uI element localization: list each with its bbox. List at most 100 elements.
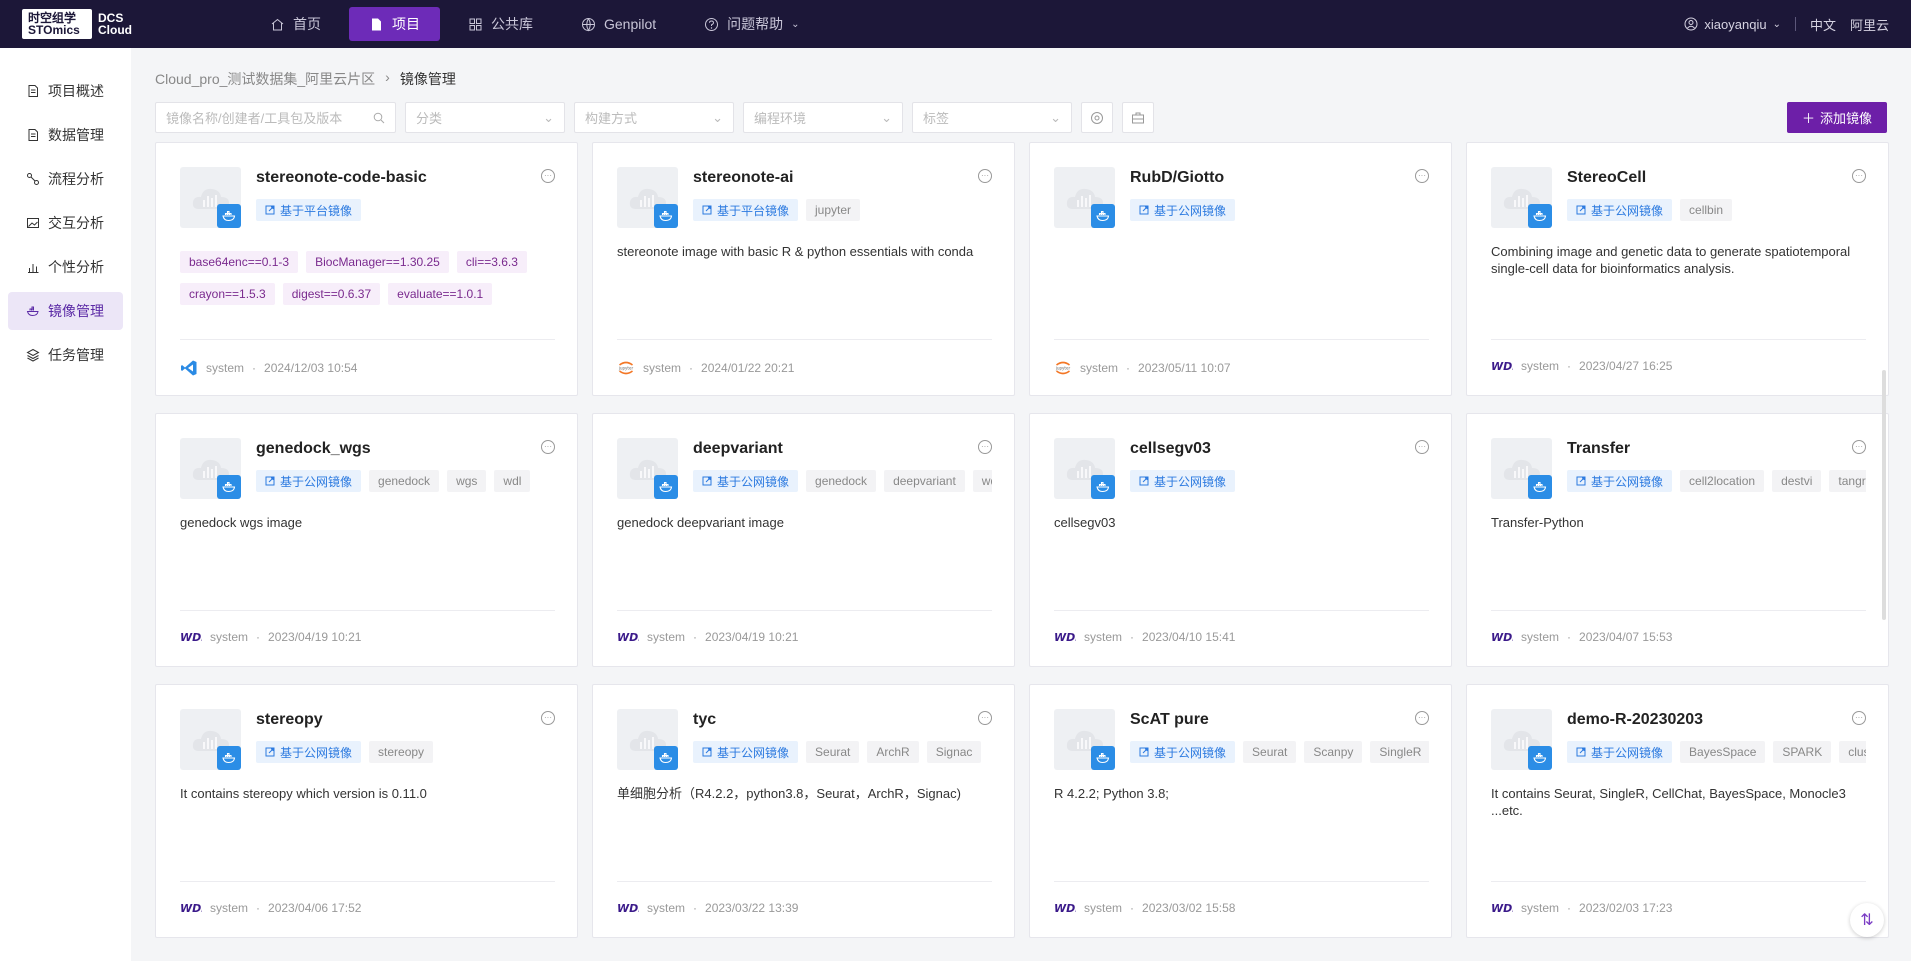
category-select[interactable]: 分类 ⌄	[405, 102, 565, 133]
svg-text:WDL: WDL	[180, 902, 202, 915]
card-footer: WDL system · 2023/03/22 13:39	[617, 901, 798, 915]
more-options-icon[interactable]: ···	[1852, 440, 1866, 454]
package-tag: base64enc==0.1-3	[180, 251, 299, 273]
card-divider	[617, 610, 992, 611]
image-title[interactable]: RubD/Giotto	[1130, 169, 1224, 187]
image-title[interactable]: genedock_wgs	[256, 440, 371, 458]
image-card[interactable]: cellsegv03 ··· 基于公网镜像 cellsegv03 WDL system · 2…	[1029, 413, 1452, 667]
logo[interactable]: 时空组学 STOmics DCS Cloud	[22, 9, 132, 39]
card-footer: WDL system · 2023/04/19 10:21	[617, 630, 798, 644]
chart-icon	[28, 264, 39, 273]
search-icon	[373, 112, 385, 123]
sidebar-item-4[interactable]: 个性分析	[8, 248, 123, 286]
sidebar-item-2[interactable]: 流程分析	[8, 160, 123, 198]
more-options-icon[interactable]: ···	[1852, 711, 1866, 725]
base-type-badge: 基于公网镜像	[693, 470, 799, 492]
username: xiaoyanqiu	[1704, 16, 1767, 32]
image-description: genedock wgs image	[180, 515, 303, 530]
svg-text:WDL: WDL	[617, 631, 639, 644]
svg-text:WDL: WDL	[1054, 902, 1076, 915]
image-title[interactable]: StereoCell	[1567, 169, 1646, 187]
main-nav: 首页 项目 公共库 Genpilot 问题帮助 ⌄	[250, 7, 820, 41]
wdl-logo-icon: WDL	[617, 902, 639, 915]
svg-text:jupyter: jupyter	[1055, 366, 1071, 371]
user-icon	[1684, 17, 1698, 31]
image-title[interactable]: ScAT pure	[1130, 711, 1209, 729]
more-options-icon[interactable]: ···	[541, 711, 555, 725]
base-type-badge: 基于公网镜像	[256, 741, 362, 763]
settings-button[interactable]	[1081, 102, 1113, 133]
more-options-icon[interactable]: ···	[1852, 169, 1866, 183]
image-title[interactable]: stereonote-ai	[693, 169, 793, 187]
more-options-icon[interactable]: ···	[541, 440, 555, 454]
more-options-icon[interactable]: ···	[978, 711, 992, 725]
image-card[interactable]: stereonote-code-basic ··· 基于平台镜像 base64enc=…	[155, 142, 578, 396]
more-options-icon[interactable]: ···	[978, 440, 992, 454]
nav-item-3[interactable]: Genpilot	[561, 7, 676, 41]
image-card[interactable]: StereoCell ··· 基于公网镜像 cellbin Combining imag…	[1466, 142, 1889, 396]
sidebar-item-6[interactable]: 任务管理	[8, 336, 123, 374]
external-link-icon	[702, 476, 712, 486]
more-options-icon[interactable]: ···	[1415, 440, 1429, 454]
package-tag: crayon==1.5.3	[180, 283, 275, 305]
card-divider	[1491, 881, 1866, 882]
image-card[interactable]: deepvariant ··· 基于公网镜像 genedock deepvariant w…	[592, 413, 1015, 667]
card-divider	[617, 881, 992, 882]
more-options-icon[interactable]: ···	[541, 169, 555, 183]
docker-badge	[654, 746, 678, 770]
sidebar-item-5[interactable]: 镜像管理	[8, 292, 123, 330]
timestamp: 2023/04/07 15:53	[1579, 630, 1673, 644]
image-tag: stereopy	[369, 741, 434, 763]
breadcrumb-project[interactable]: Cloud_pro_测试数据集_阿里云片区	[155, 69, 375, 89]
image-thumbnail	[1054, 438, 1115, 499]
language-switch[interactable]: 中文	[1810, 15, 1836, 34]
docker-icon	[222, 210, 236, 222]
image-card[interactable]: ScAT pure ··· 基于公网镜像 Seurat Scanpy SingleR R 4…	[1029, 684, 1452, 938]
image-thumbnail	[1054, 167, 1115, 228]
scrollbar[interactable]	[1882, 370, 1886, 620]
timestamp: 2023/04/06 17:52	[268, 901, 362, 915]
nav-item-0[interactable]: 首页	[250, 7, 341, 41]
sort-button[interactable]: ⇅	[1850, 903, 1884, 937]
search-input[interactable]: 镜像名称/创建者/工具包及版本	[155, 102, 396, 133]
image-title[interactable]: deepvariant	[693, 440, 783, 458]
image-card[interactable]: RubD/Giotto ··· 基于公网镜像 jupyter system · 2023/0…	[1029, 142, 1452, 396]
image-card[interactable]: stereopy ··· 基于公网镜像 stereopy It contains ste…	[155, 684, 578, 938]
external-link-icon	[1576, 476, 1586, 486]
more-options-icon[interactable]: ···	[1415, 711, 1429, 725]
image-title[interactable]: Transfer	[1567, 440, 1630, 458]
region-switch[interactable]: 阿里云	[1850, 15, 1889, 34]
image-title[interactable]: stereonote-code-basic	[256, 169, 427, 187]
briefcase-button[interactable]	[1122, 102, 1154, 133]
sidebar-item-3[interactable]: 交互分析	[8, 204, 123, 242]
image-title[interactable]: stereopy	[256, 711, 323, 729]
more-options-icon[interactable]: ···	[978, 169, 992, 183]
owner: system	[1521, 901, 1560, 915]
more-options-icon[interactable]: ···	[1415, 169, 1429, 183]
tag-select[interactable]: 标签 ⌄	[912, 102, 1072, 133]
image-title[interactable]: cellsegv03	[1130, 440, 1211, 458]
sidebar-item-1[interactable]: 数据管理	[8, 116, 123, 154]
globe-icon	[582, 17, 595, 31]
image-card[interactable]: demo-R-20230203 ··· 基于公网镜像 BayesSpace SPARK c…	[1466, 684, 1889, 938]
build-select[interactable]: 构建方式 ⌄	[574, 102, 734, 133]
user-menu[interactable]: xiaoyanqiu ⌄	[1684, 17, 1781, 32]
image-card[interactable]: Transfer ··· 基于公网镜像 cell2location destvi tang…	[1466, 413, 1889, 667]
image-title[interactable]: tyc	[693, 711, 716, 729]
image-card[interactable]: stereonote-ai ··· 基于平台镜像 jupyter stereonote …	[592, 142, 1015, 396]
env-select[interactable]: 编程环境 ⌄	[743, 102, 903, 133]
image-card[interactable]: tyc ··· 基于公网镜像 Seurat ArchR Signac 单细胞分析（R4.2.…	[592, 684, 1015, 938]
nav-item-2[interactable]: 公共库	[448, 7, 553, 41]
nav-item-1[interactable]: 项目	[349, 7, 440, 41]
docker-icon	[26, 306, 39, 317]
svg-text:jupyter: jupyter	[618, 366, 634, 371]
image-title[interactable]: demo-R-20230203	[1567, 711, 1703, 729]
sidebar-item-0[interactable]: 项目概述	[8, 72, 123, 110]
grid-icon	[469, 18, 482, 30]
image-tag: SingleR	[1370, 741, 1429, 763]
owner: system	[643, 361, 682, 375]
image-card[interactable]: genedock_wgs ··· 基于公网镜像 genedock wgs wdl gened…	[155, 413, 578, 667]
add-image-button[interactable]: ＋添加镜像	[1787, 102, 1887, 133]
nav-item-4[interactable]: 问题帮助 ⌄	[684, 7, 819, 41]
breadcrumb: Cloud_pro_测试数据集_阿里云片区 › 镜像管理	[155, 69, 456, 89]
